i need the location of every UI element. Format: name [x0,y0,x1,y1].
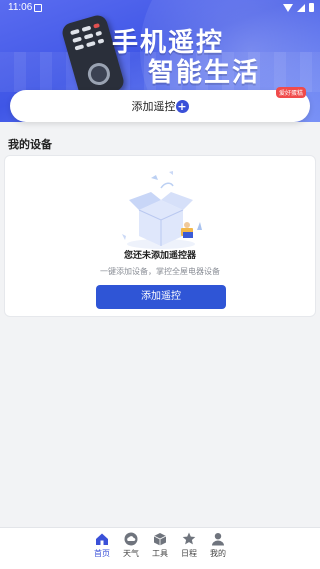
status-bar: 11:06 [0,0,320,22]
nav-label-schedule: 日程 [181,549,197,558]
nav-label-home: 首页 [94,549,110,558]
hero-subtitle: 智能生活 [148,58,261,88]
nav-profile[interactable]: 我的 [208,532,228,569]
devices-card: 您还未添加遥控器 一键添加设备，掌控全屋电器设备 添加遥控 [4,155,316,317]
empty-box-illustration [122,171,202,249]
home-icon [96,533,108,545]
plus-icon: + [175,99,189,113]
nav-label-weather: 天气 [123,549,139,558]
nav-label-tools: 工具 [152,549,168,558]
bottom-navigation: 首页 天气 工具 日程 我的 [0,527,320,569]
add-remote-button[interactable]: 添加遥控 [96,285,226,309]
nav-label-profile: 我的 [210,549,226,558]
add-remote-bar[interactable]: 添加遥控 + 爱好蛋糕 [10,87,310,122]
promo-badge: 爱好蛋糕 [275,87,306,98]
battery-icon [309,3,314,12]
nav-tools[interactable]: 工具 [150,532,170,569]
add-remote-label: 添加遥控 [131,100,176,113]
box-icon [153,533,167,546]
signal-icon [297,3,305,12]
nav-home[interactable]: 首页 [92,532,112,569]
notification-icon [34,4,42,12]
nav-schedule[interactable]: 日程 [179,532,199,569]
star-calendar-icon [182,532,196,545]
empty-state-description: 一键添加设备，掌控全屋电器设备 [100,267,220,276]
nav-weather[interactable]: 天气 [121,532,141,569]
system-icons [283,3,314,12]
status-time: 11:06 [8,2,33,13]
my-devices-title: 我的设备 [8,138,52,151]
user-icon [212,533,224,546]
empty-state-title: 您还未添加遥控器 [123,251,196,261]
wifi-icon [283,3,293,12]
cloud-icon [124,532,138,546]
